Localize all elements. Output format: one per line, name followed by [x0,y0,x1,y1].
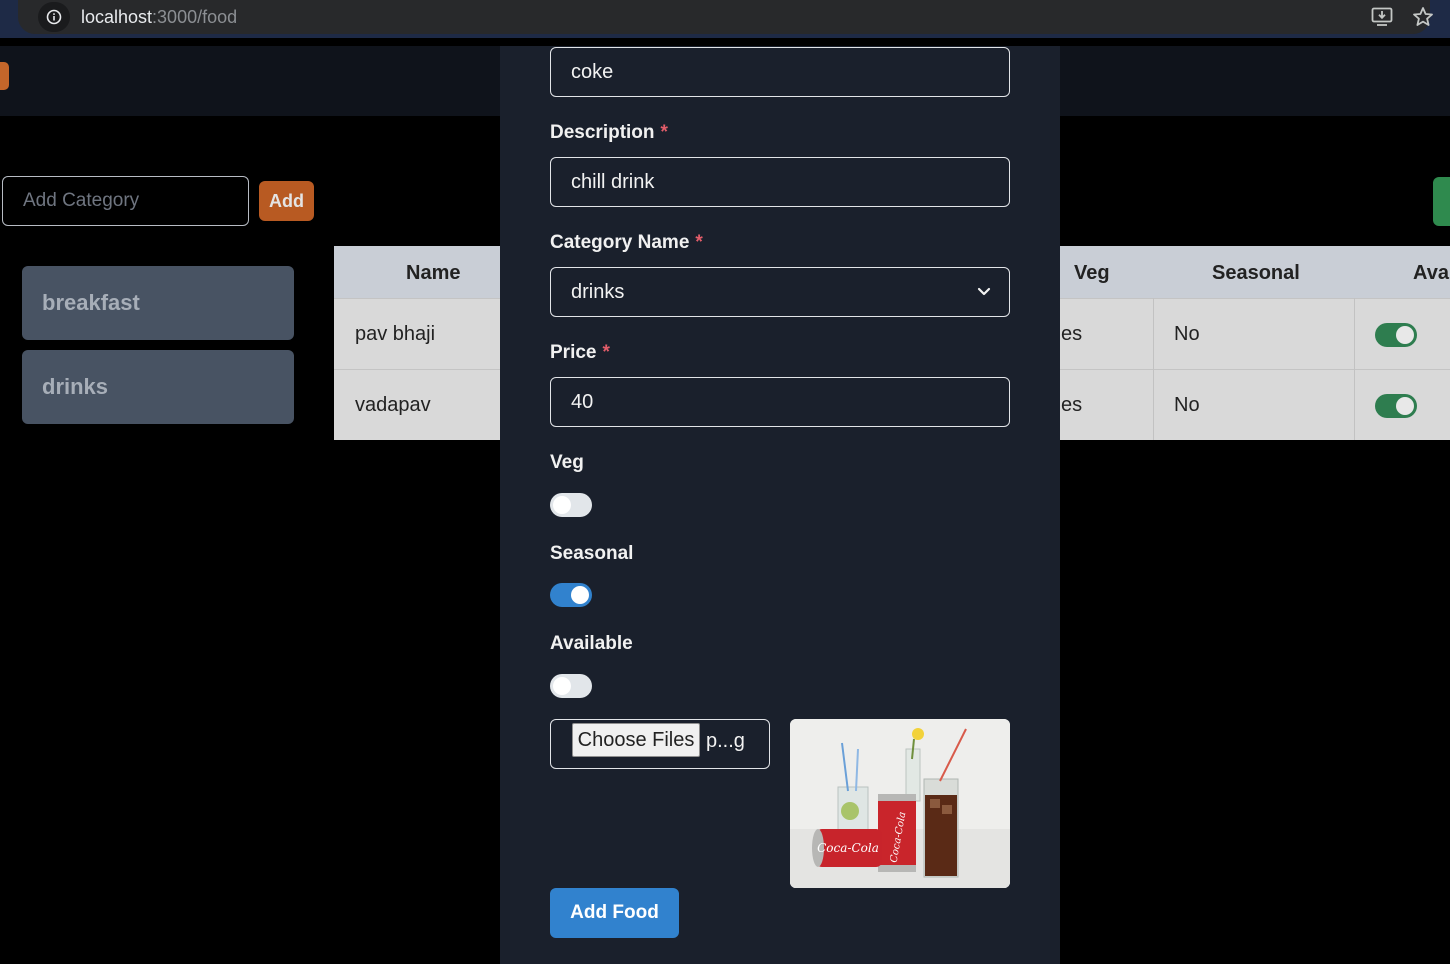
th-veg: Veg [1074,262,1110,284]
url-text[interactable]: localhost:3000/food [81,7,237,28]
cell-veg: es [1061,394,1083,416]
add-food-button[interactable]: Add Food [550,888,679,938]
url-path: :3000/food [152,7,238,27]
svg-text:Coca-Cola: Coca-Cola [817,841,879,855]
chevron-down-icon [977,287,991,296]
cell-name: pav bhaji [355,323,436,345]
seasonal-label: Seasonal [550,543,634,564]
required-asterisk: * [660,122,668,143]
cell-seasonal: No [1174,323,1200,345]
required-asterisk: * [695,232,703,253]
description-label: Description * [550,122,668,144]
price-label: Price * [550,342,610,364]
description-input[interactable]: chill drink [550,157,1010,207]
toggle-knob [553,677,571,695]
install-app-icon[interactable] [1370,5,1394,29]
file-input[interactable]: Choose Files p...g [550,719,770,769]
category-label-text: Category Name [550,232,690,253]
th-available: Ava [1413,262,1449,284]
site-info-icon[interactable] [38,2,70,32]
coca-cola-drinks-image: Coca-Cola Coca-Cola [790,719,1010,888]
cell-seasonal: No [1174,394,1200,416]
available-toggle[interactable] [1375,394,1417,418]
food-name-input[interactable]: coke [550,47,1010,97]
category-item-breakfast[interactable]: breakfast [22,266,294,340]
add-food-modal: coke Description * chill drink Category N… [500,46,1060,964]
seasonal-toggle[interactable] [550,583,592,607]
required-asterisk: * [602,342,610,363]
description-label-text: Description [550,122,655,143]
url-host: localhost [81,7,153,27]
choose-files-button[interactable]: Choose Files [572,723,700,757]
cell-veg: es [1061,323,1083,345]
column-divider [1153,298,1154,440]
veg-toggle[interactable] [550,493,592,517]
selected-file-name: p...g [706,730,745,752]
address-bar[interactable]: localhost:3000/food [18,0,1433,34]
navbar-orange-button[interactable] [0,62,9,90]
category-item-drinks[interactable]: drinks [22,350,294,424]
add-category-input[interactable] [2,176,249,226]
veg-label: Veg [550,452,584,473]
price-input[interactable]: 40 [550,377,1010,427]
food-image-preview: Coca-Cola Coca-Cola [790,719,1010,888]
th-name: Name [406,262,461,284]
available-toggle[interactable] [1375,323,1417,347]
toggle-knob [571,586,589,604]
cell-name: vadapav [355,394,431,416]
add-category-button[interactable]: Add [259,181,314,221]
category-select-value: drinks [571,280,625,303]
category-name-label: Category Name * [550,232,703,254]
add-food-open-button[interactable] [1433,177,1450,226]
browser-toolbar: localhost:3000/food [0,0,1450,38]
available-label: Available [550,633,633,654]
bookmark-star-icon[interactable] [1411,5,1435,29]
th-seasonal: Seasonal [1212,262,1300,284]
price-label-text: Price [550,342,597,363]
available-toggle[interactable] [550,674,592,698]
category-select[interactable]: drinks [550,267,1010,317]
toggle-knob [553,496,571,514]
column-divider [1354,298,1355,440]
